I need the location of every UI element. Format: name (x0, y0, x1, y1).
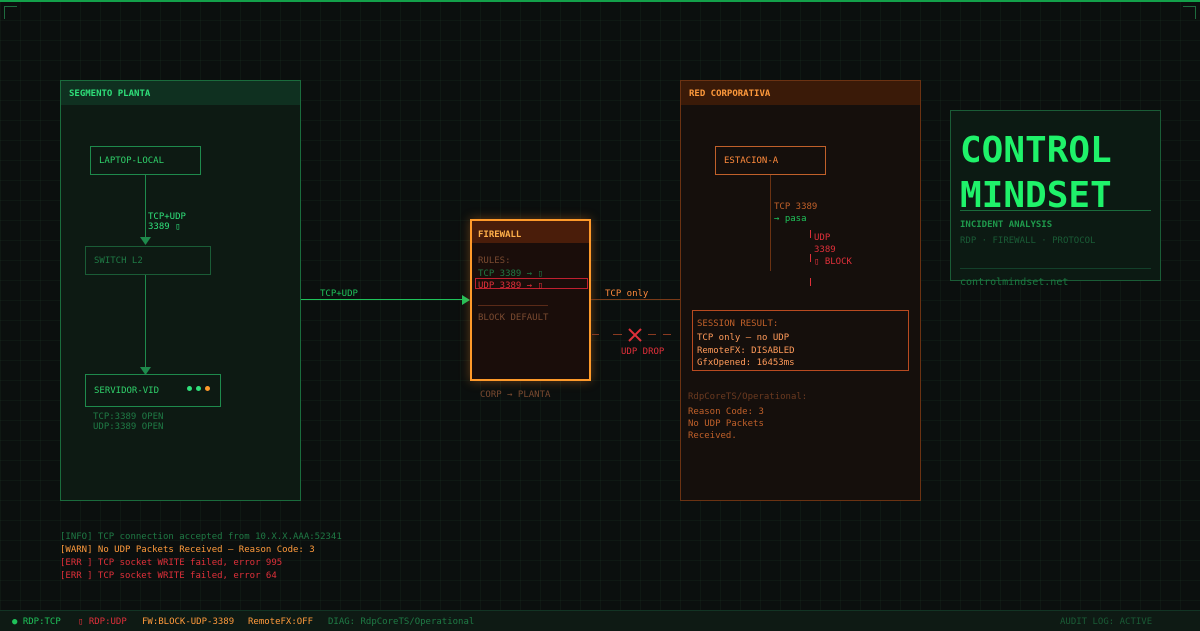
status-rdp-udp: ▯ RDP:UDP (78, 617, 127, 627)
red-corporativa-title: RED CORPORATIVA (681, 81, 920, 105)
log-info: [INFO] TCP connection accepted from 10.X… (60, 532, 342, 542)
diag-lines: Reason Code: 3 No UDP Packets Received. (688, 407, 764, 441)
udp-block-marker (810, 278, 811, 286)
tcp-pass-label: → pasa (774, 214, 807, 224)
status-firewall: FW:BLOCK-UDP-3389 (142, 617, 235, 627)
segmento-planta-title: SEGMENTO PLANTA (61, 81, 300, 105)
firewall-block-default: BLOCK DEFAULT (478, 313, 549, 323)
status-bar: ● RDP:TCP ▯ RDP:UDP FW:BLOCK-UDP-3389 Re… (0, 610, 1200, 631)
status-rdp-tcp: ● RDP:TCP (12, 617, 61, 627)
log-warn: [WARN] No UDP Packets Received — Reason … (60, 545, 315, 555)
firewall-corp-link (591, 299, 680, 300)
firewall-caption: CORP → PLANTA (480, 390, 551, 400)
udp-dash (613, 334, 622, 335)
led-icon (205, 386, 210, 391)
brand-tags: RDP · FIREWALL · PROTOCOL (960, 236, 1096, 246)
status-remotefx: RemoteFX:OFF (248, 617, 314, 627)
udp-dash (663, 334, 671, 335)
log-err-1: [ERR ] TCP socket WRITE failed, error 99… (60, 558, 283, 568)
status-audit-log: AUDIT LOG: ACTIVE (1060, 617, 1153, 627)
estacion-a-node[interactable]: ESTACION-A (715, 146, 826, 175)
udp-dash (592, 334, 599, 335)
servidor-vid-label: SERVIDOR-VID (94, 385, 160, 396)
diag-title: RdpCoreTS/Operational: (688, 392, 808, 402)
udp-drop-label: UDP DROP (621, 347, 665, 357)
status-diag: DIAG: RdpCoreTS/Operational (328, 617, 475, 627)
log-err-2: [ERR ] TCP socket WRITE failed, error 64 (60, 571, 277, 581)
status-leds (187, 386, 210, 391)
led-icon (187, 386, 192, 391)
estacion-link (770, 175, 771, 271)
brand-divider (960, 210, 1151, 211)
brand-url[interactable]: controlmindset.net (960, 278, 1068, 288)
session-result-title: SESSION RESULT: (697, 319, 779, 329)
servidor-vid-node[interactable]: SERVIDOR-VID (85, 374, 221, 407)
switch-l2-node[interactable]: SWITCH L2 (85, 246, 211, 275)
switch-servidor-link (145, 275, 146, 368)
drop-x-icon (628, 328, 642, 342)
laptop-local-node[interactable]: LAPTOP-LOCAL (90, 146, 201, 175)
brand-title: CONTROL MINDSET (960, 130, 1112, 216)
brand-subtitle: INCIDENT ANALYSIS (960, 220, 1053, 230)
planta-firewall-link (301, 299, 465, 300)
brand-divider-2 (960, 268, 1151, 269)
udp-block-label: UDP 3389 ▯ BLOCK (814, 233, 852, 267)
led-icon (196, 386, 201, 391)
segmento-planta-panel: SEGMENTO PLANTA (60, 80, 301, 501)
firewall-divider (478, 305, 548, 306)
firewall-rule-udp: UDP 3389 → ▯ (478, 281, 544, 291)
firewall-title: FIREWALL (472, 221, 589, 243)
tcp-pass-port: TCP 3389 (774, 202, 818, 212)
corner-bracket-top-left (4, 6, 17, 19)
top-accent-line (0, 0, 1200, 2)
arrow-down-icon (140, 237, 151, 245)
laptop-switch-link (145, 175, 146, 241)
udp-block-marker (810, 254, 811, 262)
outbound-link-label: TCP only (605, 289, 649, 299)
servidor-ports: TCP:3389 OPEN UDP:3389 OPEN (93, 412, 164, 432)
udp-dash (648, 334, 656, 335)
inbound-link-label: TCP+UDP (320, 289, 358, 299)
corner-bracket-top-right (1183, 6, 1196, 19)
udp-block-marker (810, 230, 811, 238)
laptop-link-label: TCP+UDP 3389 ▯ (148, 212, 186, 232)
session-result-box: SESSION RESULT: TCP only — no UDP Remote… (692, 310, 909, 371)
firewall-rules-label: RULES: (478, 256, 511, 266)
firewall-node[interactable]: FIREWALL RULES: TCP 3389 → ▯ UDP 3389 → … (470, 219, 591, 381)
session-result-lines: TCP only — no UDP RemoteFX: DISABLED Gfx… (697, 333, 795, 368)
